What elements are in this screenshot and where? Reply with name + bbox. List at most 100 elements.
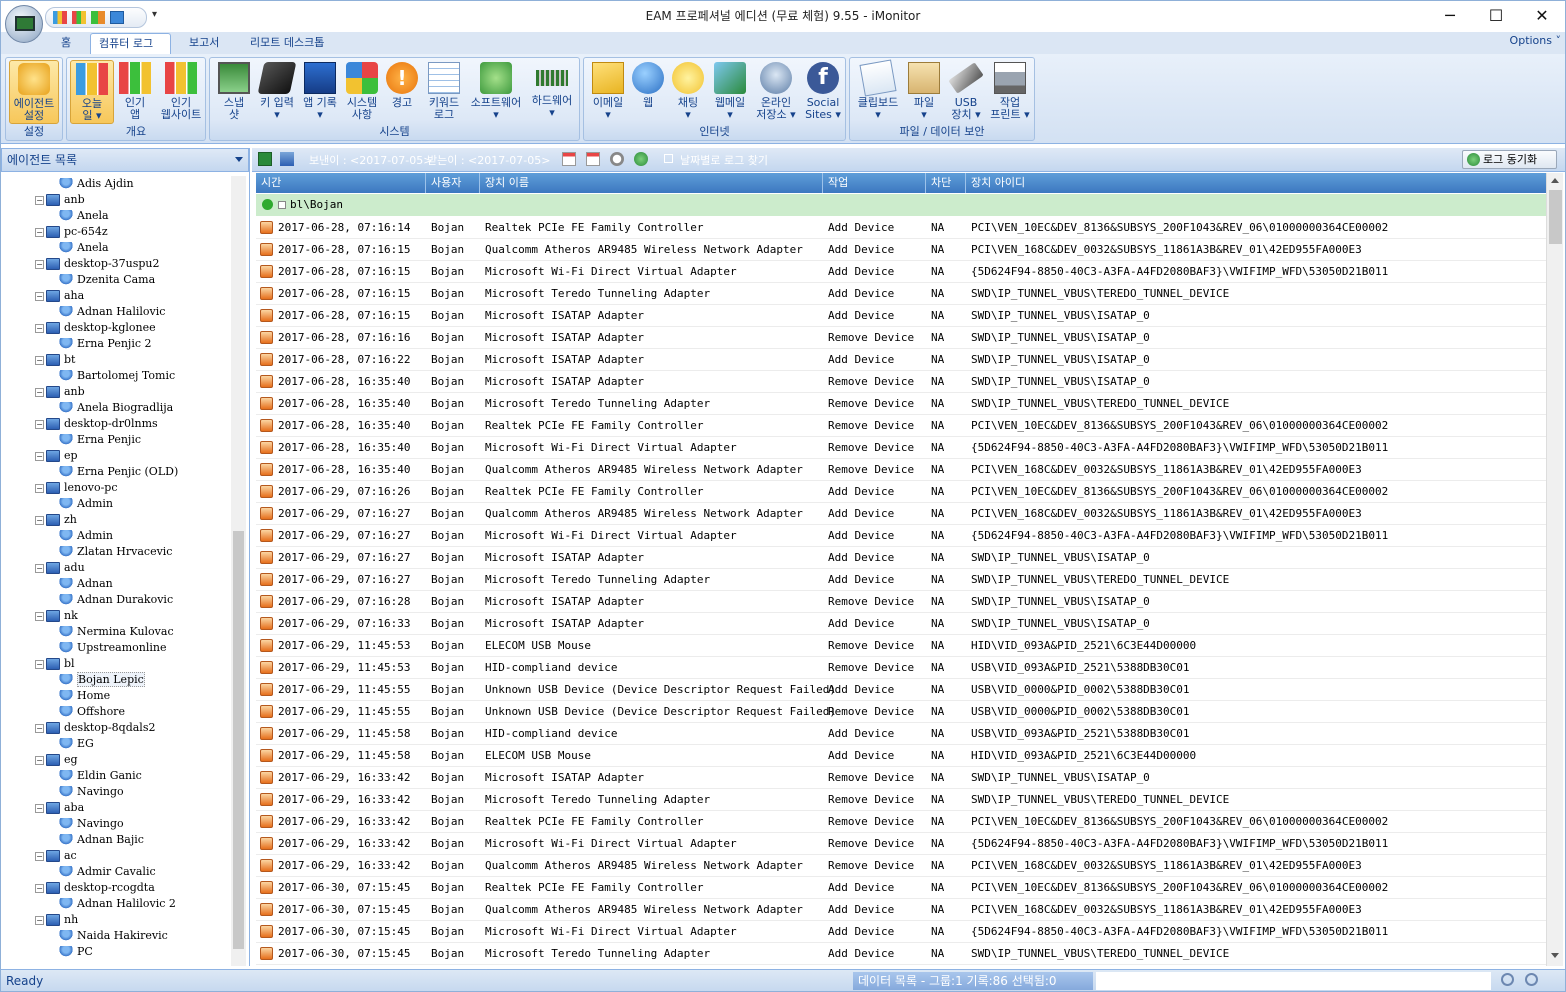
collapse-icon[interactable]: − — [35, 419, 44, 429]
table-row[interactable]: 2017-06-29, 16:33:42 Bojan Microsoft ISATA… — [256, 767, 1546, 789]
table-row[interactable]: 2017-06-28, 07:16:15 Bojan Qualcomm Athero… — [256, 239, 1546, 261]
zoom-in-icon[interactable] — [1525, 973, 1538, 986]
today-button[interactable]: 오늘 일 ▾ — [70, 60, 114, 124]
collapse-icon[interactable]: − — [35, 387, 44, 397]
snapshot-button[interactable]: 스냅 샷 — [214, 60, 254, 124]
group-checkbox[interactable] — [278, 201, 286, 209]
tree-computer-node[interactable]: − anb — [35, 384, 85, 400]
screen-icon[interactable] — [110, 11, 124, 24]
table-row[interactable]: 2017-06-28, 07:16:22 Bojan Microsoft ISATA… — [256, 349, 1546, 371]
tree-computer-node[interactable]: − bt — [35, 352, 75, 368]
collapse-icon[interactable]: − — [35, 515, 44, 525]
table-row[interactable]: 2017-06-29, 07:16:27 Bojan Qualcomm Athero… — [256, 503, 1546, 525]
table-row[interactable]: 2017-06-30, 07:15:45 Bojan Qualcomm Athero… — [256, 899, 1546, 921]
collapse-icon[interactable]: − — [35, 227, 44, 237]
zoom-out-icon[interactable] — [1501, 973, 1514, 986]
table-row[interactable]: 2017-06-29, 07:16:27 Bojan Microsoft Wi-Fi… — [256, 525, 1546, 547]
keystrokes-button[interactable]: 키 입력 ▾ — [256, 60, 298, 124]
tree-user-node[interactable]: Dzenita Cama — [59, 272, 155, 288]
tree-computer-node[interactable]: − ep — [35, 448, 78, 464]
tree-user-node[interactable]: Admir Cavalic — [59, 864, 156, 880]
collapse-icon[interactable]: − — [35, 323, 44, 333]
tree-computer-node[interactable]: − eg — [35, 752, 78, 768]
app-menu-button[interactable] — [5, 5, 43, 43]
online-storage-button[interactable]: 온라인 저장소 ▾ — [752, 60, 800, 124]
table-row[interactable]: 2017-06-29, 16:33:42 Bojan Microsoft Tered… — [256, 789, 1546, 811]
tree-user-node[interactable]: Erna Penjic (OLD) — [59, 464, 178, 480]
grid-scrollbar[interactable] — [1546, 173, 1563, 966]
scrollbar-thumb[interactable] — [1549, 190, 1562, 244]
collapse-icon[interactable]: − — [35, 259, 44, 269]
tree-user-node[interactable]: Offshore — [59, 704, 125, 720]
tab-home[interactable]: 홈 — [53, 33, 79, 54]
collapse-icon[interactable]: − — [35, 755, 44, 765]
tree-computer-node[interactable]: − lenovo-pc — [35, 480, 118, 496]
collapse-icon[interactable]: − — [35, 611, 44, 621]
tree-user-node[interactable]: Eldin Ganic — [59, 768, 142, 784]
refresh-icon[interactable] — [634, 152, 648, 166]
collapse-icon[interactable]: − — [35, 883, 44, 893]
chevron-down-icon[interactable] — [235, 157, 243, 162]
col-time[interactable]: 시간 — [256, 173, 426, 193]
table-row[interactable]: 2017-06-29, 16:33:42 Bojan Qualcomm Athero… — [256, 855, 1546, 877]
table-row[interactable]: 2017-06-29, 16:33:42 Bojan Microsoft Wi-Fi… — [256, 833, 1546, 855]
col-device-id[interactable]: 장치 아이디 — [966, 173, 1546, 193]
scroll-up-icon[interactable] — [1551, 178, 1559, 183]
minimize-button[interactable]: ─ — [1427, 1, 1473, 32]
tree-user-node[interactable]: Admin — [59, 496, 113, 512]
tree-user-node[interactable]: Adnan Bajic — [59, 832, 144, 848]
find-by-date-checkbox[interactable] — [664, 154, 673, 163]
chart-icon[interactable] — [53, 11, 67, 24]
tree-user-node[interactable]: Bartolomej Tomic — [59, 368, 175, 384]
calendar-icon[interactable] — [562, 152, 576, 166]
bar-chart-icon[interactable] — [72, 11, 86, 24]
tab-computer-log[interactable]: 컴퓨터 로그 — [90, 33, 171, 54]
table-row[interactable]: 2017-06-28, 07:16:15 Bojan Microsoft ISATA… — [256, 305, 1546, 327]
tree-computer-node[interactable]: − pc-654z — [35, 224, 108, 240]
tree-computer-node[interactable]: − adu — [35, 560, 85, 576]
excel-export-icon[interactable] — [258, 152, 272, 166]
email-button[interactable]: 이메일 ▾ — [588, 60, 628, 124]
table-row[interactable]: 2017-06-29, 07:16:28 Bojan Microsoft ISATA… — [256, 591, 1546, 613]
table-row[interactable]: 2017-06-29, 07:16:27 Bojan Microsoft ISATA… — [256, 547, 1546, 569]
tree-computer-node[interactable]: − bl — [35, 656, 75, 672]
maximize-button[interactable]: ☐ — [1473, 1, 1519, 32]
collapse-icon[interactable]: − — [35, 659, 44, 669]
table-row[interactable]: 2017-06-28, 16:35:40 Bojan Realtek PCIe FE… — [256, 415, 1546, 437]
webmail-button[interactable]: 웹메일 ▾ — [710, 60, 750, 124]
agent-list-header[interactable]: 에이전트 목록 — [1, 148, 249, 172]
tree-user-node[interactable]: Naida Hakirevic — [59, 928, 168, 944]
tree-user-node[interactable]: Navingo — [59, 784, 124, 800]
col-action[interactable]: 작업 — [823, 173, 926, 193]
log-sync-button[interactable]: 로그 동기화 — [1462, 150, 1557, 169]
table-row[interactable]: 2017-06-29, 11:45:55 Bojan Unknown USB Dev… — [256, 701, 1546, 723]
tree-user-node[interactable]: Erna Penjic 2 — [59, 336, 152, 352]
from-date[interactable]: 보낸이 : <2017-07-05> — [309, 152, 432, 168]
agent-settings-button[interactable]: 에이전트 설정 — [9, 60, 59, 124]
tree-user-node[interactable]: Zlatan Hrvacevic — [59, 544, 172, 560]
tree-user-node[interactable]: Bojan Lepic — [59, 672, 145, 688]
tree-user-node[interactable]: Home — [59, 688, 110, 704]
col-user[interactable]: 사용자 — [426, 173, 480, 193]
collapse-icon[interactable]: − — [35, 483, 44, 493]
table-row[interactable]: 2017-06-30, 07:15:45 Bojan Microsoft Wi-Fi… — [256, 921, 1546, 943]
stats-icon[interactable] — [91, 11, 105, 24]
hardware-button[interactable]: 하드웨어 ▾ — [526, 60, 578, 124]
chat-button[interactable]: 채팅 ▾ — [668, 60, 708, 124]
web-button[interactable]: 웹 — [630, 60, 666, 124]
tree-computer-node[interactable]: − anb — [35, 192, 85, 208]
tree-user-node[interactable]: Adnan Durakovic — [59, 592, 173, 608]
group-row[interactable]: bl\Bojan — [256, 194, 1546, 216]
top-apps-button[interactable]: 인기 앱 — [115, 60, 155, 124]
calendar-range-icon[interactable] — [586, 152, 600, 166]
collapse-icon[interactable]: − — [35, 803, 44, 813]
tree-user-node[interactable]: Navingo — [59, 816, 124, 832]
collapse-icon[interactable]: − — [35, 291, 44, 301]
app-history-button[interactable]: 앱 기록 ▾ — [300, 60, 340, 124]
collapse-icon[interactable]: − — [35, 563, 44, 573]
tree-user-node[interactable]: EG — [59, 736, 94, 752]
table-row[interactable]: 2017-06-28, 07:16:14 Bojan Realtek PCIe FE… — [256, 217, 1546, 239]
table-row[interactable]: 2017-06-30, 07:15:45 Bojan Realtek PCIe FE… — [256, 877, 1546, 899]
tree-computer-node[interactable]: − desktop-8qdals2 — [35, 720, 155, 736]
scroll-down-icon[interactable] — [1551, 953, 1559, 958]
